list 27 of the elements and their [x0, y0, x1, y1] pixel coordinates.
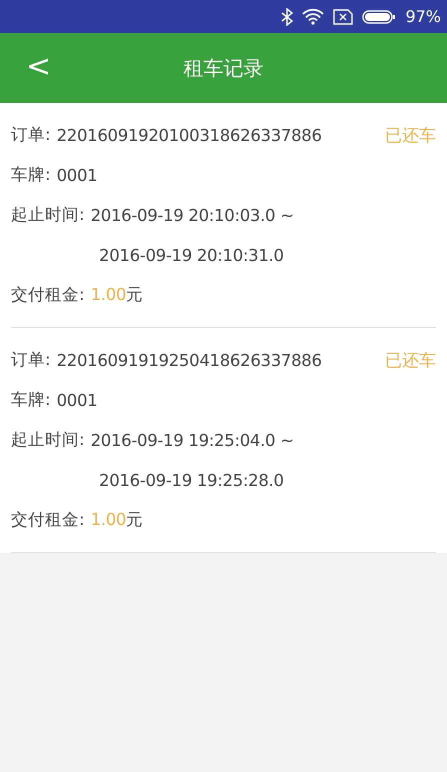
- start-time: 2016-09-19 19:25:04.0 ~: [90, 430, 294, 450]
- fee-amount: 1.00元: [90, 284, 143, 306]
- fee-label: 交付租金:: [11, 284, 85, 306]
- plate-number: 0001: [56, 166, 98, 184]
- plate-label: 车牌:: [11, 389, 51, 411]
- page-title: 租车记录: [184, 54, 264, 82]
- order-number: 22016091920100318626337886: [56, 126, 322, 144]
- order-label: 订单:: [11, 349, 51, 371]
- back-button[interactable]: <: [18, 47, 60, 87]
- plate-label: 车牌:: [11, 164, 51, 186]
- bluetooth-icon: [281, 8, 294, 26]
- wifi-icon: [302, 8, 324, 25]
- return-status: 已还车: [385, 124, 436, 146]
- order-number: 22016091919250418626337886: [56, 350, 322, 370]
- end-time: 2016-09-19 19:25:28.0: [99, 470, 284, 490]
- start-time: 2016-09-19 20:10:03.0 ~: [90, 206, 294, 224]
- sim-icon: [333, 8, 354, 24]
- battery-icon: [362, 8, 396, 24]
- return-status: 已还车: [385, 350, 436, 372]
- fee-amount: 1.00元: [90, 509, 143, 531]
- plate-number: 0001: [56, 390, 98, 410]
- order-label: 订单:: [11, 124, 51, 146]
- fee-label: 交付租金:: [11, 509, 85, 531]
- time-label: 起止时间:: [11, 429, 85, 451]
- battery-level: 97%: [405, 7, 441, 26]
- end-time: 2016-09-19 20:10:31.0: [99, 246, 284, 264]
- time-label: 起止时间:: [11, 204, 85, 226]
